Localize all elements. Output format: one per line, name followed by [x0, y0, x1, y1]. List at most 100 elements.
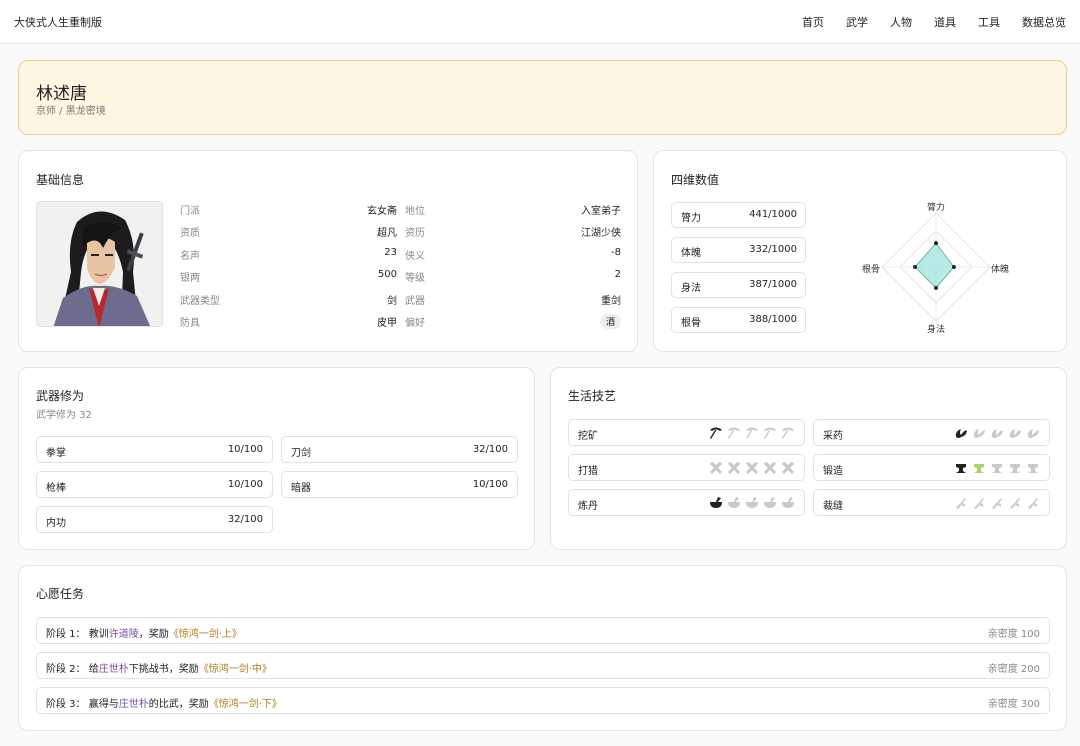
skill-tailoring: 裁缝	[813, 489, 1050, 516]
weapon-spear-staff: 枪棒 10/100	[36, 471, 273, 498]
needle-icon	[1028, 498, 1038, 509]
nav-tools[interactable]: 工具	[978, 14, 1000, 30]
radar-point-constitution	[951, 265, 956, 269]
field-chivalry: 侠义 -8	[405, 247, 621, 262]
skill-herbalism-level	[953, 425, 1041, 441]
weapon-mastery-title: 武器修为	[36, 389, 85, 403]
stats-card: 四维数值 膂力 441/1000 体魄 332/1000 身法 387/1000…	[653, 150, 1067, 352]
life-skills-card: 生活技艺 挖矿 采药 打猎 锻造 炼丹 裁缝	[550, 367, 1067, 550]
stats-title: 四维数值	[671, 173, 720, 187]
anvil-icon	[956, 464, 966, 473]
weapon-inner-power: 内功 32/100	[36, 506, 273, 533]
life-skills-title: 生活技艺	[568, 389, 617, 403]
skill-forging-level	[953, 460, 1041, 476]
nav-home[interactable]: 首页	[802, 14, 824, 30]
wish-quests-title: 心愿任务	[36, 587, 85, 601]
weapon-blade-sword: 刀剑 32/100	[281, 436, 518, 463]
herb-icon	[991, 429, 1003, 438]
needle-icon	[1010, 498, 1020, 509]
pickaxe-icon	[764, 427, 776, 439]
radar-label-right: 体魄	[991, 265, 1010, 275]
quest-affinity: 亲密度 200	[987, 664, 1040, 675]
quest-affinity: 亲密度 100	[987, 629, 1040, 640]
field-preference: 偏好 酒	[405, 314, 621, 330]
mortar-icon	[764, 497, 776, 508]
quest-reward-link[interactable]: 《惊鸿一剑·下》	[209, 699, 282, 710]
field-rank: 地位 入室弟子	[405, 206, 621, 217]
field-seniority: 资历 江湖少侠	[405, 228, 621, 239]
top-bar: 大侠式人生重制版 首页 武学 人物 道具 工具 数据总览	[0, 0, 1080, 44]
character-header: 林述唐 京师 / 黑龙密境	[18, 60, 1067, 135]
anvil-icon	[974, 464, 984, 473]
field-faction: 门派 玄女斋	[180, 206, 397, 217]
skill-hunting-level	[708, 460, 796, 476]
radar-label-left: 根骨	[862, 265, 881, 275]
anvil-icon	[1010, 464, 1020, 473]
crossed-arrows-icon	[710, 462, 722, 474]
basic-info-card: 基础信息 门派 玄女斋 地位 入室弟子 资质 超凡 资历 江湖少侠 名声 23 …	[18, 150, 638, 352]
anvil-icon	[992, 464, 1002, 473]
skill-forging: 锻造	[813, 454, 1050, 481]
mortar-icon	[710, 497, 722, 508]
nav-items[interactable]: 道具	[934, 14, 956, 30]
quest-reward-link[interactable]: 《惊鸿一剑·中》	[199, 664, 272, 675]
radar-label-top: 膂力	[927, 203, 946, 213]
quest-npc-link[interactable]: 庄世朴	[99, 664, 129, 675]
main-nav: 首页 武学 人物 道具 工具 数据总览	[780, 14, 1066, 30]
skill-herbalism: 采药	[813, 419, 1050, 446]
needle-icon	[974, 498, 984, 509]
weapon-fist: 拳掌 10/100	[36, 436, 273, 463]
crossed-arrows-icon	[728, 462, 740, 474]
skill-hunting: 打猎	[568, 454, 805, 481]
field-weapon: 武器 重剑	[405, 296, 621, 307]
stat-strength: 膂力 441/1000	[671, 202, 806, 228]
stat-agility: 身法 387/1000	[671, 272, 806, 298]
preference-badge: 酒	[599, 314, 621, 329]
nav-characters[interactable]: 人物	[890, 14, 912, 30]
radar-value-area	[914, 242, 955, 289]
character-portrait	[36, 201, 163, 327]
quest-affinity: 亲密度 300	[987, 699, 1040, 710]
quest-row[interactable]: 阶段 2： 给庄世朴下挑战书，奖励《惊鸿一剑·中》 亲密度 200	[36, 652, 1050, 679]
herb-icon	[1009, 429, 1021, 438]
weapon-mastery-subtitle: 武学修为 32	[36, 410, 92, 421]
radar-label-bottom: 身法	[927, 325, 946, 335]
weapon-mastery-card: 武器修为 武学修为 32 拳掌 10/100 刀剑 32/100 枪棒 10/1…	[18, 367, 535, 550]
weapon-hidden: 暗器 10/100	[281, 471, 518, 498]
field-armor: 防具 皮甲	[180, 318, 397, 329]
wish-quests-card: 心愿任务 阶段 1： 教训许道陵，奖励《惊鸿一剑·上》 亲密度 100 阶段 2…	[18, 565, 1067, 731]
mortar-icon	[746, 497, 758, 508]
pickaxe-icon	[710, 427, 722, 439]
radar-point-bone	[913, 265, 918, 269]
basic-info-title: 基础信息	[36, 173, 85, 187]
crossed-arrows-icon	[782, 462, 794, 474]
radar-point-agility	[934, 285, 938, 290]
field-aptitude: 资质 超凡	[180, 228, 397, 239]
stat-bone: 根骨 388/1000	[671, 307, 806, 333]
herb-icon	[973, 429, 985, 438]
skill-alchemy: 炼丹	[568, 489, 805, 516]
skill-mining-level	[708, 425, 796, 441]
skill-tailoring-level	[953, 495, 1041, 511]
app-title[interactable]: 大侠式人生重制版	[14, 14, 102, 30]
skill-alchemy-level	[708, 495, 796, 511]
field-silver: 银两 500	[180, 269, 397, 284]
quest-npc-link[interactable]: 许道陵	[109, 629, 139, 640]
needle-icon	[992, 498, 1002, 509]
skill-mining: 挖矿	[568, 419, 805, 446]
character-name: 林述唐	[36, 84, 87, 104]
field-fame: 名声 23	[180, 247, 397, 262]
herb-icon	[1027, 429, 1039, 438]
crossed-arrows-icon	[764, 462, 776, 474]
field-weapon-type: 武器类型 剑	[180, 296, 397, 307]
quest-npc-link[interactable]: 庄世朴	[119, 699, 149, 710]
nav-martial-arts[interactable]: 武学	[846, 14, 868, 30]
quest-reward-link[interactable]: 《惊鸿一剑·上》	[169, 629, 242, 640]
quest-row[interactable]: 阶段 1： 教训许道陵，奖励《惊鸿一剑·上》 亲密度 100	[36, 617, 1050, 644]
radar-point-strength	[934, 241, 938, 246]
field-level: 等级 2	[405, 269, 621, 284]
quest-row[interactable]: 阶段 3： 赢得与庄世朴的比武，奖励《惊鸿一剑·下》 亲密度 300	[36, 687, 1050, 714]
pickaxe-icon	[782, 427, 794, 439]
mortar-icon	[782, 497, 794, 508]
nav-data-overview[interactable]: 数据总览	[1022, 14, 1066, 30]
